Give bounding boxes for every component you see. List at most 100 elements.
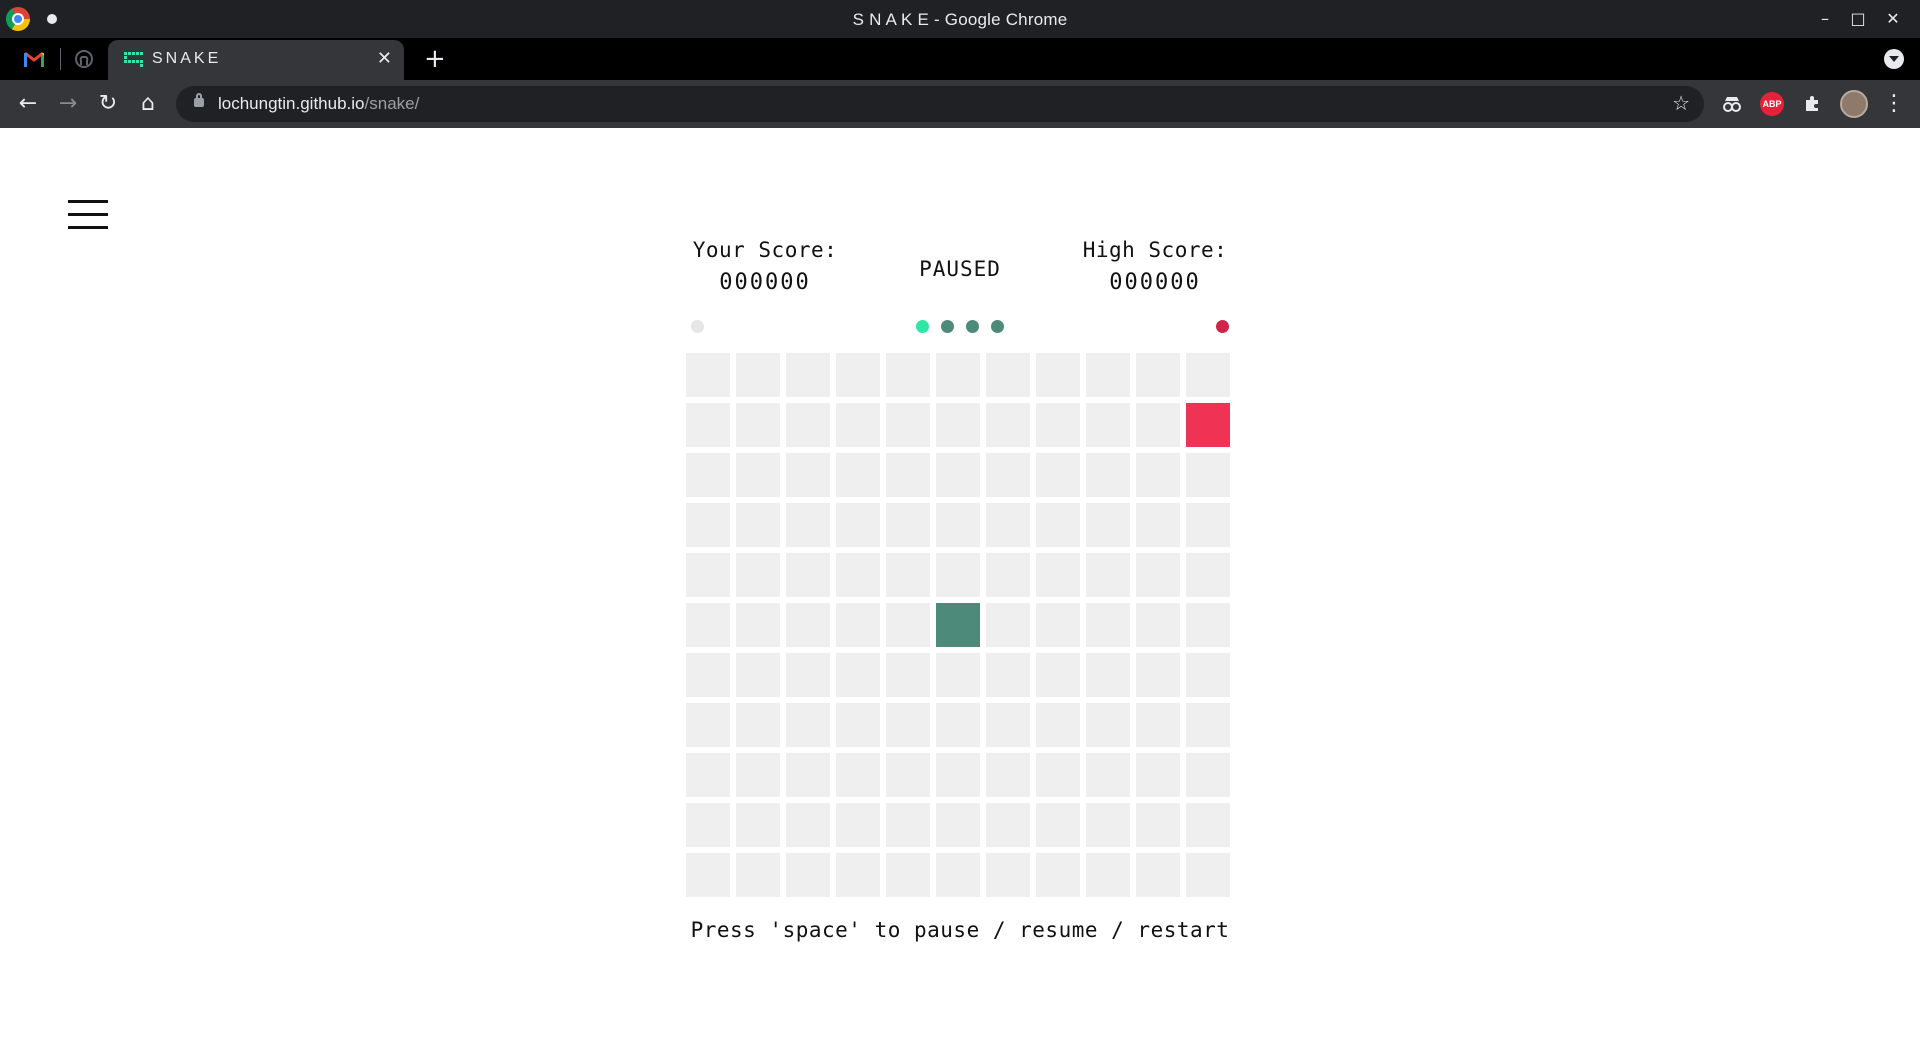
board-cell <box>1036 803 1080 847</box>
board-cell <box>1036 403 1080 447</box>
high-score-block: High Score: 000000 <box>1075 238 1235 295</box>
lock-icon[interactable] <box>194 93 204 107</box>
puzzle-extensions-icon[interactable] <box>1800 92 1824 116</box>
board-cell <box>836 403 880 447</box>
board-cell <box>1136 653 1180 697</box>
board-cell <box>1186 803 1230 847</box>
board-cell <box>736 803 780 847</box>
board-cell <box>886 853 930 897</box>
board-cell <box>1086 853 1130 897</box>
board-cell <box>786 353 830 397</box>
menu-hamburger-icon[interactable] <box>68 200 108 230</box>
high-score-label: High Score: <box>1082 238 1228 262</box>
snake-cell <box>936 603 980 647</box>
board-cell <box>1186 753 1230 797</box>
board-cell <box>1036 353 1080 397</box>
board-cell <box>786 603 830 647</box>
board-cell <box>1136 403 1180 447</box>
board-cell <box>886 553 930 597</box>
board-cell <box>836 353 880 397</box>
board-cell <box>1136 803 1180 847</box>
board-cell <box>936 803 980 847</box>
level-dot <box>991 320 1004 333</box>
high-score-value: 000000 <box>1109 270 1201 295</box>
tab-separator <box>60 48 61 70</box>
board-cell <box>1036 853 1080 897</box>
chrome-menu-button[interactable]: ⋮ <box>1880 90 1908 118</box>
your-score-value: 000000 <box>719 270 811 295</box>
board-cell <box>1186 503 1230 547</box>
board-cell <box>1036 553 1080 597</box>
board-cell <box>886 603 930 647</box>
board-cell <box>1036 503 1080 547</box>
board-cell <box>1086 453 1130 497</box>
maximize-button[interactable]: □ <box>1845 6 1871 32</box>
tab-search-icon[interactable] <box>1884 49 1904 69</box>
board-cell <box>1036 703 1080 747</box>
board-cell <box>786 703 830 747</box>
board-cell <box>836 803 880 847</box>
board-cell <box>686 353 730 397</box>
board-cell <box>736 353 780 397</box>
board-cell <box>736 853 780 897</box>
board-cell <box>736 503 780 547</box>
board-cell <box>836 853 880 897</box>
board-cell <box>1086 553 1130 597</box>
github-tab[interactable] <box>62 38 106 80</box>
board-cell <box>786 653 830 697</box>
board-cell <box>936 703 980 747</box>
back-button[interactable]: ← <box>14 90 42 118</box>
board-cell <box>986 403 1030 447</box>
board-cell <box>686 553 730 597</box>
minimize-button[interactable]: – <box>1812 6 1838 32</box>
bookmark-star-icon[interactable]: ☆ <box>1672 91 1690 115</box>
board-cell <box>1186 353 1230 397</box>
board-cell <box>886 503 930 547</box>
window-titlebar: S N A K E - Google Chrome – □ ✕ <box>0 0 1920 38</box>
board-cell <box>986 703 1030 747</box>
url-text[interactable]: lochungtin.github.io/snake/ <box>218 94 419 114</box>
board-cell <box>686 603 730 647</box>
gmail-tab[interactable] <box>12 38 56 80</box>
profile-avatar[interactable] <box>1840 90 1868 118</box>
board-cell <box>1036 753 1080 797</box>
board-cell <box>1186 703 1230 747</box>
board-cell <box>836 653 880 697</box>
window-title: S N A K E - Google Chrome <box>852 10 1068 29</box>
new-tab-button[interactable]: + <box>424 44 446 74</box>
board-cell <box>936 653 980 697</box>
board-cell <box>1186 553 1230 597</box>
board-cell <box>786 803 830 847</box>
board-cell <box>1036 653 1080 697</box>
indicator-dots <box>685 320 1235 334</box>
incognito-extension-icon[interactable] <box>1720 92 1744 116</box>
close-tab-icon[interactable]: ✕ <box>377 48 392 69</box>
forward-button[interactable]: → <box>54 90 82 118</box>
game-board[interactable] <box>686 353 1234 901</box>
board-cell <box>736 453 780 497</box>
board-cell <box>736 703 780 747</box>
level-dot <box>941 320 954 333</box>
address-bar[interactable]: lochungtin.github.io/snake/ ☆ <box>176 86 1704 122</box>
board-cell <box>886 453 930 497</box>
adblock-plus-icon[interactable]: ABP <box>1760 92 1784 116</box>
tab-snake[interactable]: SNAKE ✕ <box>108 40 404 80</box>
game-status: PAUSED <box>919 257 1001 281</box>
board-cell <box>936 553 980 597</box>
close-window-button[interactable]: ✕ <box>1880 6 1906 32</box>
board-cell <box>936 753 980 797</box>
board-cell <box>836 553 880 597</box>
board-cell <box>686 453 730 497</box>
board-cell <box>686 703 730 747</box>
board-cell <box>986 753 1030 797</box>
board-cell <box>1186 603 1230 647</box>
board-cell <box>986 803 1030 847</box>
controls-hint: Press 'space' to pause / resume / restar… <box>690 918 1230 942</box>
home-button[interactable]: ⌂ <box>134 90 162 118</box>
board-cell <box>786 753 830 797</box>
board-cell <box>786 853 830 897</box>
reload-button[interactable]: ↻ <box>94 90 122 118</box>
board-cell <box>1186 853 1230 897</box>
board-cell <box>1086 603 1130 647</box>
board-cell <box>936 853 980 897</box>
